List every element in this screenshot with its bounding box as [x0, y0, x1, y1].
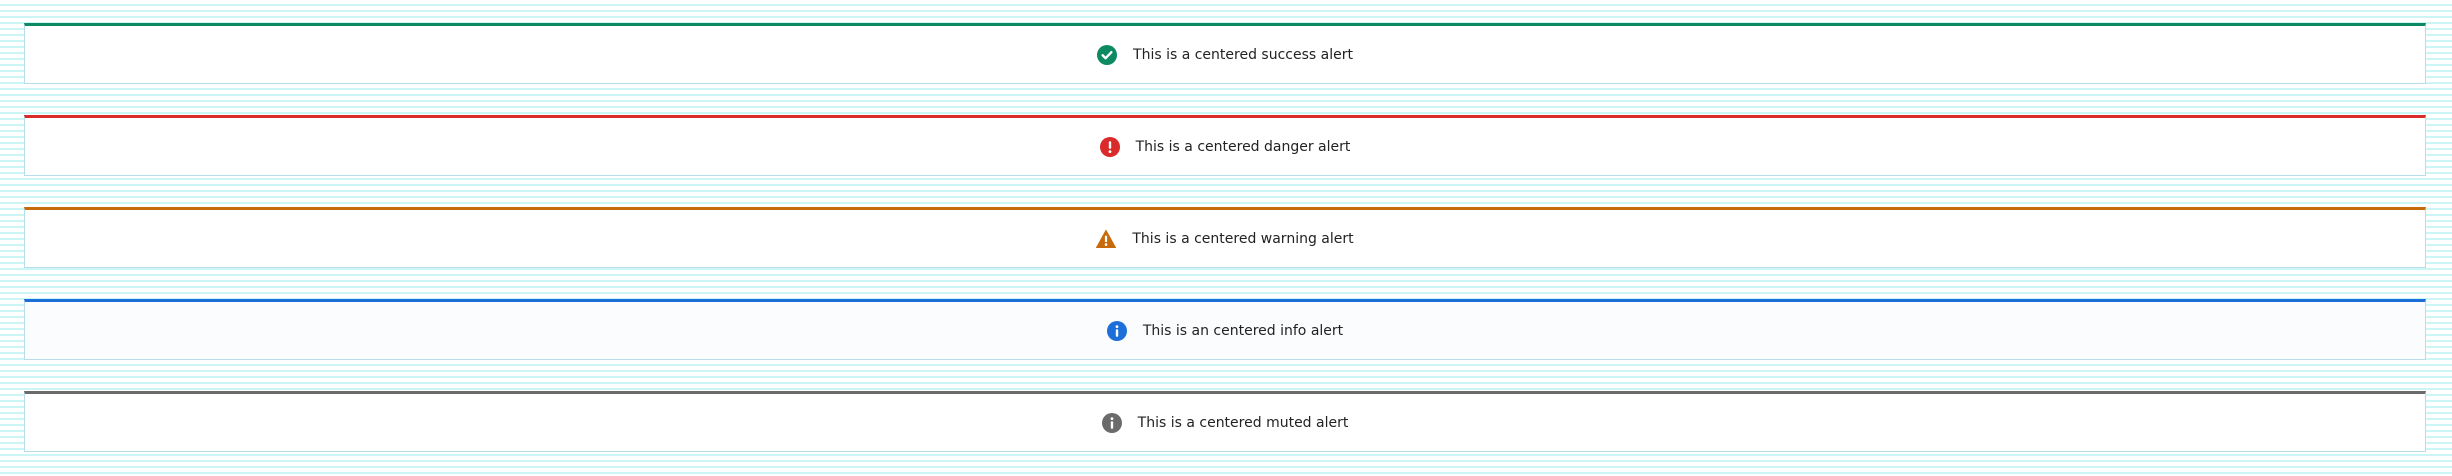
alert-message: This is a centered warning alert	[1132, 230, 1354, 247]
alert-message: This is a centered success alert	[1133, 46, 1353, 63]
exclamation-circle-icon	[1099, 136, 1120, 157]
warning-triangle-icon	[1096, 229, 1117, 249]
check-circle-icon	[1097, 44, 1118, 65]
info-circle-icon	[1101, 412, 1122, 433]
warning-alert: This is a centered warning alert	[24, 207, 2426, 268]
info-alert: This is an centered info alert	[24, 299, 2426, 360]
info-circle-icon	[1106, 320, 1127, 341]
alerts-list: This is a centered success alert This is…	[24, 23, 2426, 452]
success-alert: This is a centered success alert	[24, 23, 2426, 84]
danger-alert: This is a centered danger alert	[24, 115, 2426, 176]
alert-message: This is a centered danger alert	[1135, 138, 1351, 155]
muted-alert: This is a centered muted alert	[24, 391, 2426, 452]
alert-message: This is an centered info alert	[1142, 322, 1344, 339]
alert-message: This is a centered muted alert	[1137, 414, 1349, 431]
